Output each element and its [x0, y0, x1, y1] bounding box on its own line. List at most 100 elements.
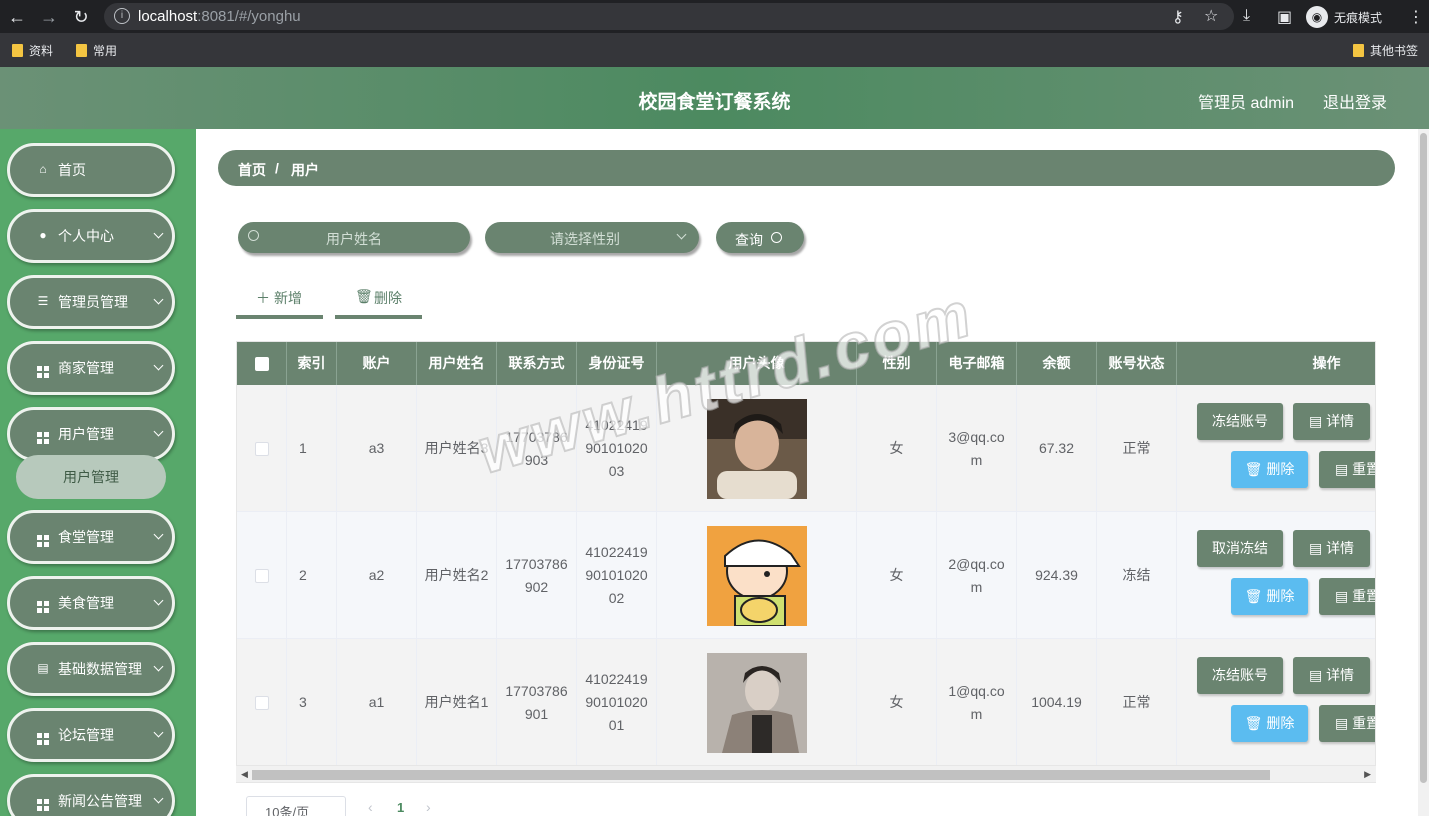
bookmark-changyong[interactable]: 常用: [76, 42, 117, 59]
chevron-down-icon: [153, 661, 164, 672]
sidebar-item-news[interactable]: 新闻公告管理: [7, 774, 175, 816]
page-number[interactable]: 1: [397, 800, 404, 815]
star-icon[interactable]: ☆: [1204, 6, 1218, 26]
unfreeze-button[interactable]: 取消冻结: [1197, 530, 1283, 567]
page-size-select[interactable]: 10条/页: [246, 796, 346, 816]
cell-account: a1: [337, 639, 417, 766]
freeze-button[interactable]: 冻结账号: [1197, 657, 1283, 694]
table-horizontal-scrollbar[interactable]: ◀ ▶: [236, 765, 1376, 782]
cell-actions: 冻结账号 ▤ 详情 🗑 删除 ▤ 重置: [1177, 385, 1375, 512]
sidebar-item-admin[interactable]: ☰ 管理员管理: [7, 275, 175, 329]
back-icon[interactable]: ←: [6, 6, 28, 28]
cell-avatar: [657, 639, 857, 766]
gender-select[interactable]: 请选择性别: [485, 222, 699, 253]
batch-delete-button[interactable]: 🗑 删除: [335, 281, 422, 319]
browser-toolbar: ← → ↻ i localhost:8081/#/yonghu ⚷ ☆ ⤓ ▣ …: [0, 0, 1429, 33]
bookmark-other[interactable]: 其他书签: [1353, 42, 1418, 59]
detail-button[interactable]: ▤ 详情: [1293, 403, 1370, 440]
cell-account: a2: [337, 512, 417, 639]
col-avatar: 用户头像: [657, 342, 857, 385]
sidepanel-icon[interactable]: ▣: [1277, 7, 1292, 27]
doc-icon: ▤: [1308, 413, 1327, 429]
reload-icon[interactable]: ↻: [70, 6, 92, 28]
sidebar-subitem-users[interactable]: 用户管理: [16, 455, 166, 499]
cell-status: 冻结: [1097, 512, 1177, 639]
cell-name: 用户姓名3: [417, 385, 497, 512]
chevron-down-icon: [153, 727, 164, 738]
page-vertical-scrollbar[interactable]: [1418, 129, 1429, 816]
doc-icon: ▤: [1308, 667, 1327, 683]
detail-button[interactable]: ▤ 详情: [1293, 530, 1370, 567]
cell-actions: 冻结账号 ▤ 详情 🗑 删除 ▤ 重置: [1177, 639, 1375, 766]
sidebar-item-basedata[interactable]: ▤ 基础数据管理: [7, 642, 175, 696]
doc-icon: ▤: [1334, 715, 1353, 731]
select-all-checkbox[interactable]: [237, 342, 287, 385]
folder-icon: [12, 44, 23, 57]
next-page-icon[interactable]: ›: [426, 799, 431, 815]
incognito-label: 无痕模式: [1334, 10, 1383, 25]
scrollbar-thumb[interactable]: [1420, 133, 1427, 783]
reset-button[interactable]: ▤ 重置: [1319, 705, 1375, 742]
col-status: 账号状态: [1097, 342, 1177, 385]
download-icon[interactable]: ⤓: [1243, 7, 1250, 25]
plus-icon: ＋: [256, 290, 270, 306]
add-button[interactable]: ＋ 新增: [236, 281, 323, 319]
cell-index: 2: [287, 512, 337, 639]
chevron-down-icon: [153, 595, 164, 606]
avatar: [706, 398, 807, 499]
sidebar-item-merchant[interactable]: 商家管理: [7, 341, 175, 395]
prev-page-icon[interactable]: ‹: [368, 799, 373, 815]
sidebar-item-profile[interactable]: ● 个人中心: [7, 209, 175, 263]
forward-icon[interactable]: →: [38, 6, 60, 28]
col-index: 索引: [287, 342, 337, 385]
delete-button[interactable]: 🗑 删除: [1231, 578, 1308, 615]
detail-button[interactable]: ▤ 详情: [1293, 657, 1370, 694]
sidebar-item-canteen[interactable]: 食堂管理: [7, 510, 175, 564]
reset-button[interactable]: ▤ 重置: [1319, 451, 1375, 488]
search-name-input[interactable]: 用户姓名: [238, 222, 470, 253]
row-checkbox[interactable]: [237, 639, 287, 766]
table-row: 1 a3 用户姓名3 17703786903 41022419901010200…: [237, 385, 1375, 512]
cell-phone: 17703786901: [497, 639, 577, 766]
trash-icon: 🗑: [1244, 461, 1267, 477]
scroll-left-icon[interactable]: ◀: [241, 769, 248, 780]
bookmarks-bar: 资料 常用 其他书签: [0, 33, 1429, 67]
row-checkbox[interactable]: [237, 385, 287, 512]
col-account: 账户: [337, 342, 417, 385]
delete-button[interactable]: 🗑 删除: [1231, 705, 1308, 742]
sidebar-item-forum[interactable]: 论坛管理: [7, 708, 175, 762]
bookmark-ziliao[interactable]: 资料: [12, 42, 53, 59]
breadcrumb-home[interactable]: 首页: [238, 160, 266, 180]
chevron-down-icon: [153, 228, 164, 239]
row-checkbox[interactable]: [237, 512, 287, 639]
sidebar-item-food[interactable]: 美食管理: [7, 576, 175, 630]
scrollbar-thumb[interactable]: [252, 770, 1270, 780]
col-gender: 性别: [857, 342, 937, 385]
breadcrumb: 首页 / 用户: [218, 150, 1395, 186]
delete-button[interactable]: 🗑 删除: [1231, 451, 1308, 488]
breadcrumb-current: 用户: [291, 162, 319, 178]
chevron-down-icon: [153, 793, 164, 804]
logout-link[interactable]: 退出登录: [1323, 89, 1387, 113]
reset-button[interactable]: ▤ 重置: [1319, 578, 1375, 615]
col-balance: 余额: [1017, 342, 1097, 385]
sidebar-item-home[interactable]: ⌂ 首页: [7, 143, 175, 197]
search-name-placeholder: 用户姓名: [326, 231, 382, 247]
query-button[interactable]: 查询: [716, 222, 804, 253]
address-bar[interactable]: i localhost:8081/#/yonghu ⚷ ☆: [104, 3, 1234, 30]
cell-account: a3: [337, 385, 417, 512]
chevron-down-icon: [153, 426, 164, 437]
incognito-badge[interactable]: ◉ 无痕模式: [1306, 5, 1382, 29]
menu-icon[interactable]: ⋮: [1408, 7, 1424, 27]
doc-icon: ▤: [1334, 588, 1353, 604]
site-info-icon[interactable]: i: [114, 8, 130, 24]
cell-avatar: [657, 512, 857, 639]
table-row: 2 a2 用户姓名2 17703786902 41022419901010200…: [237, 512, 1375, 639]
scroll-right-icon[interactable]: ▶: [1364, 769, 1371, 780]
key-icon[interactable]: ⚷: [1172, 7, 1184, 27]
sidebar-item-users[interactable]: 用户管理: [7, 407, 175, 461]
sidebar: ⌂ 首页 ● 个人中心 ☰ 管理员管理 商家管理 用户管理 用户管理 食堂管理 …: [0, 129, 196, 816]
freeze-button[interactable]: 冻结账号: [1197, 403, 1283, 440]
cell-phone: 17703786903: [497, 385, 577, 512]
clipboard-icon: ▤: [37, 661, 49, 675]
